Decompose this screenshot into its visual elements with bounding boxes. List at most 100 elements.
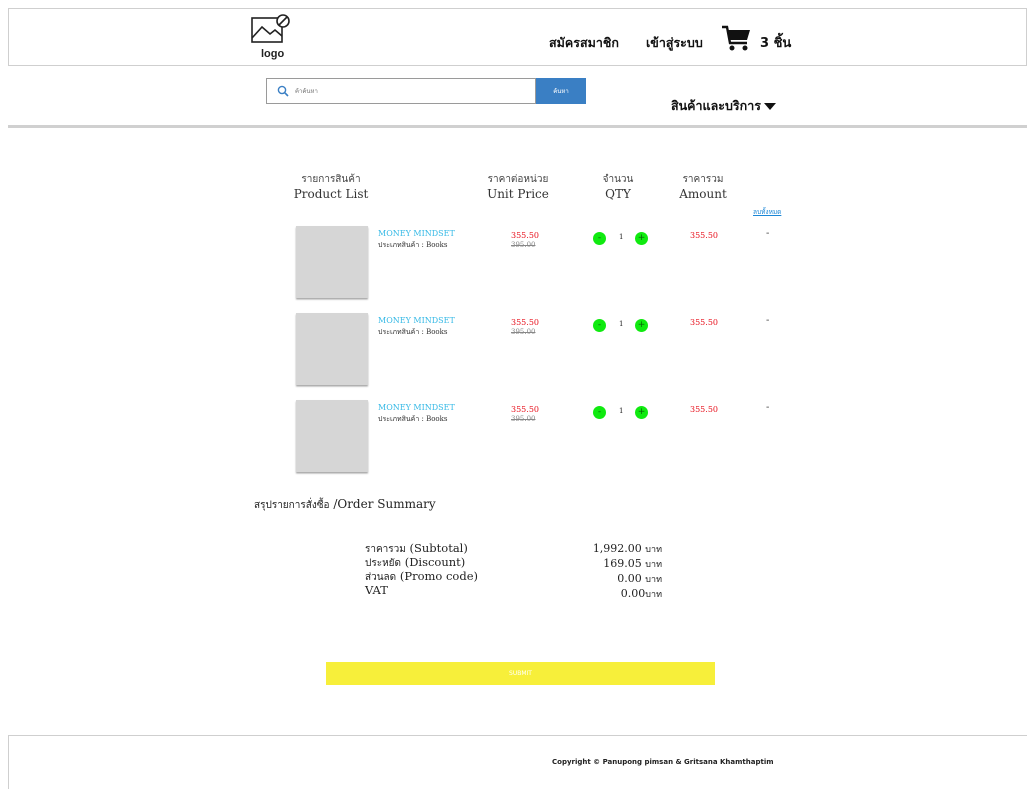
discount-label: ประหยัด (Discount) xyxy=(365,556,478,570)
remove-item-button[interactable]: - xyxy=(766,228,769,239)
plus-icon: + xyxy=(637,233,646,243)
minus-icon: - xyxy=(597,233,602,243)
summary-labels: ราคารวม (Subtotal) ประหยัด (Discount) ส่… xyxy=(365,542,478,597)
plus-icon: + xyxy=(637,407,646,417)
order-summary-title-en: /Order Summary xyxy=(329,497,436,511)
product-category: ประเภทสินค้า : Books xyxy=(378,328,448,336)
qty-value: 1 xyxy=(619,407,624,415)
products-services-label: สินค้าและบริการ xyxy=(671,98,761,113)
cart-button[interactable] xyxy=(721,23,751,53)
cart-page: logo สมัครสมาชิก เข้าสู่ระบบ 3 ชิ้น ค้นห… xyxy=(8,8,1027,789)
promo-label-th: ส่วนลด xyxy=(365,572,397,583)
search-button[interactable]: ค้นหา xyxy=(536,78,586,104)
order-summary-title: สรุปรายการสั่งซื้อ /Order Summary xyxy=(254,497,436,513)
amount-header-en: Amount xyxy=(679,187,727,201)
summary-values: 1,992.00 บาท 169.05 บาท 0.00 บาท 0.00บาท xyxy=(578,542,662,602)
amount-header-th: ราคารวม xyxy=(682,174,724,185)
unit-price-header-th: ราคาต่อหน่วย xyxy=(487,174,549,185)
caret-down-icon xyxy=(763,102,776,110)
qty-header-th: จำนวน xyxy=(602,174,634,185)
qty-increase-button[interactable]: + xyxy=(635,232,648,245)
plus-icon: + xyxy=(637,320,646,330)
unit-price-header: ราคาต่อหน่วย Unit Price xyxy=(478,172,558,202)
order-summary-title-th: สรุปรายการสั่งซื้อ xyxy=(254,500,330,511)
product-category: ประเภทสินค้า : Books xyxy=(378,415,448,423)
discount-label-th: ประหยัด xyxy=(365,558,402,569)
product-list-header: รายการสินค้า Product List xyxy=(276,172,386,202)
product-list-header-th: รายการสินค้า xyxy=(301,174,361,185)
product-list-header-en: Product List xyxy=(293,187,369,201)
currency-unit: บาท xyxy=(645,575,662,585)
row-amount: 355.50 xyxy=(690,318,718,327)
subtotal-label-en: (Subtotal) xyxy=(405,541,468,555)
currency-unit: บาท xyxy=(645,560,662,570)
qty-increase-button[interactable]: + xyxy=(635,406,648,419)
login-link[interactable]: เข้าสู่ระบบ xyxy=(646,33,703,53)
qty-decrease-button[interactable]: - xyxy=(593,319,606,332)
logo[interactable]: logo xyxy=(249,12,299,62)
cart-row: MONEY MINDSET ประเภทสินค้า : Books 355.5… xyxy=(8,313,1027,391)
qty-value: 1 xyxy=(619,233,624,241)
cart-icon xyxy=(722,25,750,51)
product-thumbnail[interactable] xyxy=(296,400,368,472)
original-price: 395.00 xyxy=(511,241,536,249)
qty-header-en: QTY xyxy=(605,187,631,201)
product-name[interactable]: MONEY MINDSET xyxy=(378,403,455,412)
cart-count: 3 ชิ้น xyxy=(760,36,792,51)
search-bar-section: ค้นหา สินค้าและบริการ xyxy=(8,66,1027,128)
qty-increase-button[interactable]: + xyxy=(635,319,648,332)
unit-price: 355.50 xyxy=(511,231,539,240)
qty-decrease-button[interactable]: - xyxy=(593,232,606,245)
top-header: logo สมัครสมาชิก เข้าสู่ระบบ 3 ชิ้น xyxy=(8,8,1027,66)
discount-label-en: (Discount) xyxy=(401,555,466,569)
search-input[interactable] xyxy=(295,83,525,99)
qty-header: จำนวน QTY xyxy=(588,172,648,202)
minus-icon: - xyxy=(597,320,602,330)
amount-header: ราคารวม Amount xyxy=(673,172,733,202)
row-amount: 355.50 xyxy=(690,231,718,240)
row-amount: 355.50 xyxy=(690,405,718,414)
product-category: ประเภทสินค้า : Books xyxy=(378,241,448,249)
search-icon xyxy=(277,85,289,97)
vat-value: 0.00 xyxy=(620,587,646,600)
product-thumbnail[interactable] xyxy=(296,313,368,385)
promo-label: ส่วนลด (Promo code) xyxy=(365,570,478,584)
currency-unit: บาท xyxy=(645,590,662,600)
promo-label-en: (Promo code) xyxy=(396,569,478,583)
product-name[interactable]: MONEY MINDSET xyxy=(378,316,455,325)
qty-decrease-button[interactable]: - xyxy=(593,406,606,419)
promo-value: 0.00 xyxy=(617,572,642,585)
unit-price-header-en: Unit Price xyxy=(487,187,549,201)
subtotal-label-th: ราคารวม xyxy=(365,544,406,555)
cart-row: MONEY MINDSET ประเภทสินค้า : Books 355.5… xyxy=(8,400,1027,478)
unit-price: 355.50 xyxy=(511,405,539,414)
original-price: 395.00 xyxy=(511,328,536,336)
currency-unit: บาท xyxy=(645,545,662,555)
remove-item-button[interactable]: - xyxy=(766,315,769,326)
logo-text: logo xyxy=(261,48,285,60)
promo-value-row: 0.00 บาท xyxy=(578,572,662,587)
cart-row: MONEY MINDSET ประเภทสินค้า : Books 355.5… xyxy=(8,226,1027,304)
search-box[interactable] xyxy=(266,78,536,104)
products-services-menu[interactable]: สินค้าและบริการ xyxy=(671,96,776,116)
subtotal-label: ราคารวม (Subtotal) xyxy=(365,542,478,556)
qty-value: 1 xyxy=(619,320,624,328)
register-link[interactable]: สมัครสมาชิก xyxy=(549,33,619,53)
unit-price: 355.50 xyxy=(511,318,539,327)
product-thumbnail[interactable] xyxy=(296,226,368,298)
image-icon xyxy=(251,14,290,43)
subtotal-value: 1,992.00 xyxy=(592,542,642,555)
discount-value: 169.05 xyxy=(603,557,642,570)
minus-icon: - xyxy=(597,407,602,417)
remove-item-button[interactable]: - xyxy=(766,402,769,413)
vat-value-row: 0.00บาท xyxy=(578,587,662,602)
original-price: 395.00 xyxy=(511,415,536,423)
product-name[interactable]: MONEY MINDSET xyxy=(378,229,455,238)
clear-all-link[interactable]: ลบทั้งหมด xyxy=(753,207,781,217)
subtotal-value-row: 1,992.00 บาท xyxy=(578,542,662,557)
discount-value-row: 169.05 บาท xyxy=(578,557,662,572)
vat-label: VAT xyxy=(365,583,388,597)
copyright-text: Copyright © Panupong pimsan & Gritsana K… xyxy=(552,758,774,766)
submit-button[interactable]: SUBMIT xyxy=(326,662,715,685)
footer: Copyright © Panupong pimsan & Gritsana K… xyxy=(8,735,1027,789)
